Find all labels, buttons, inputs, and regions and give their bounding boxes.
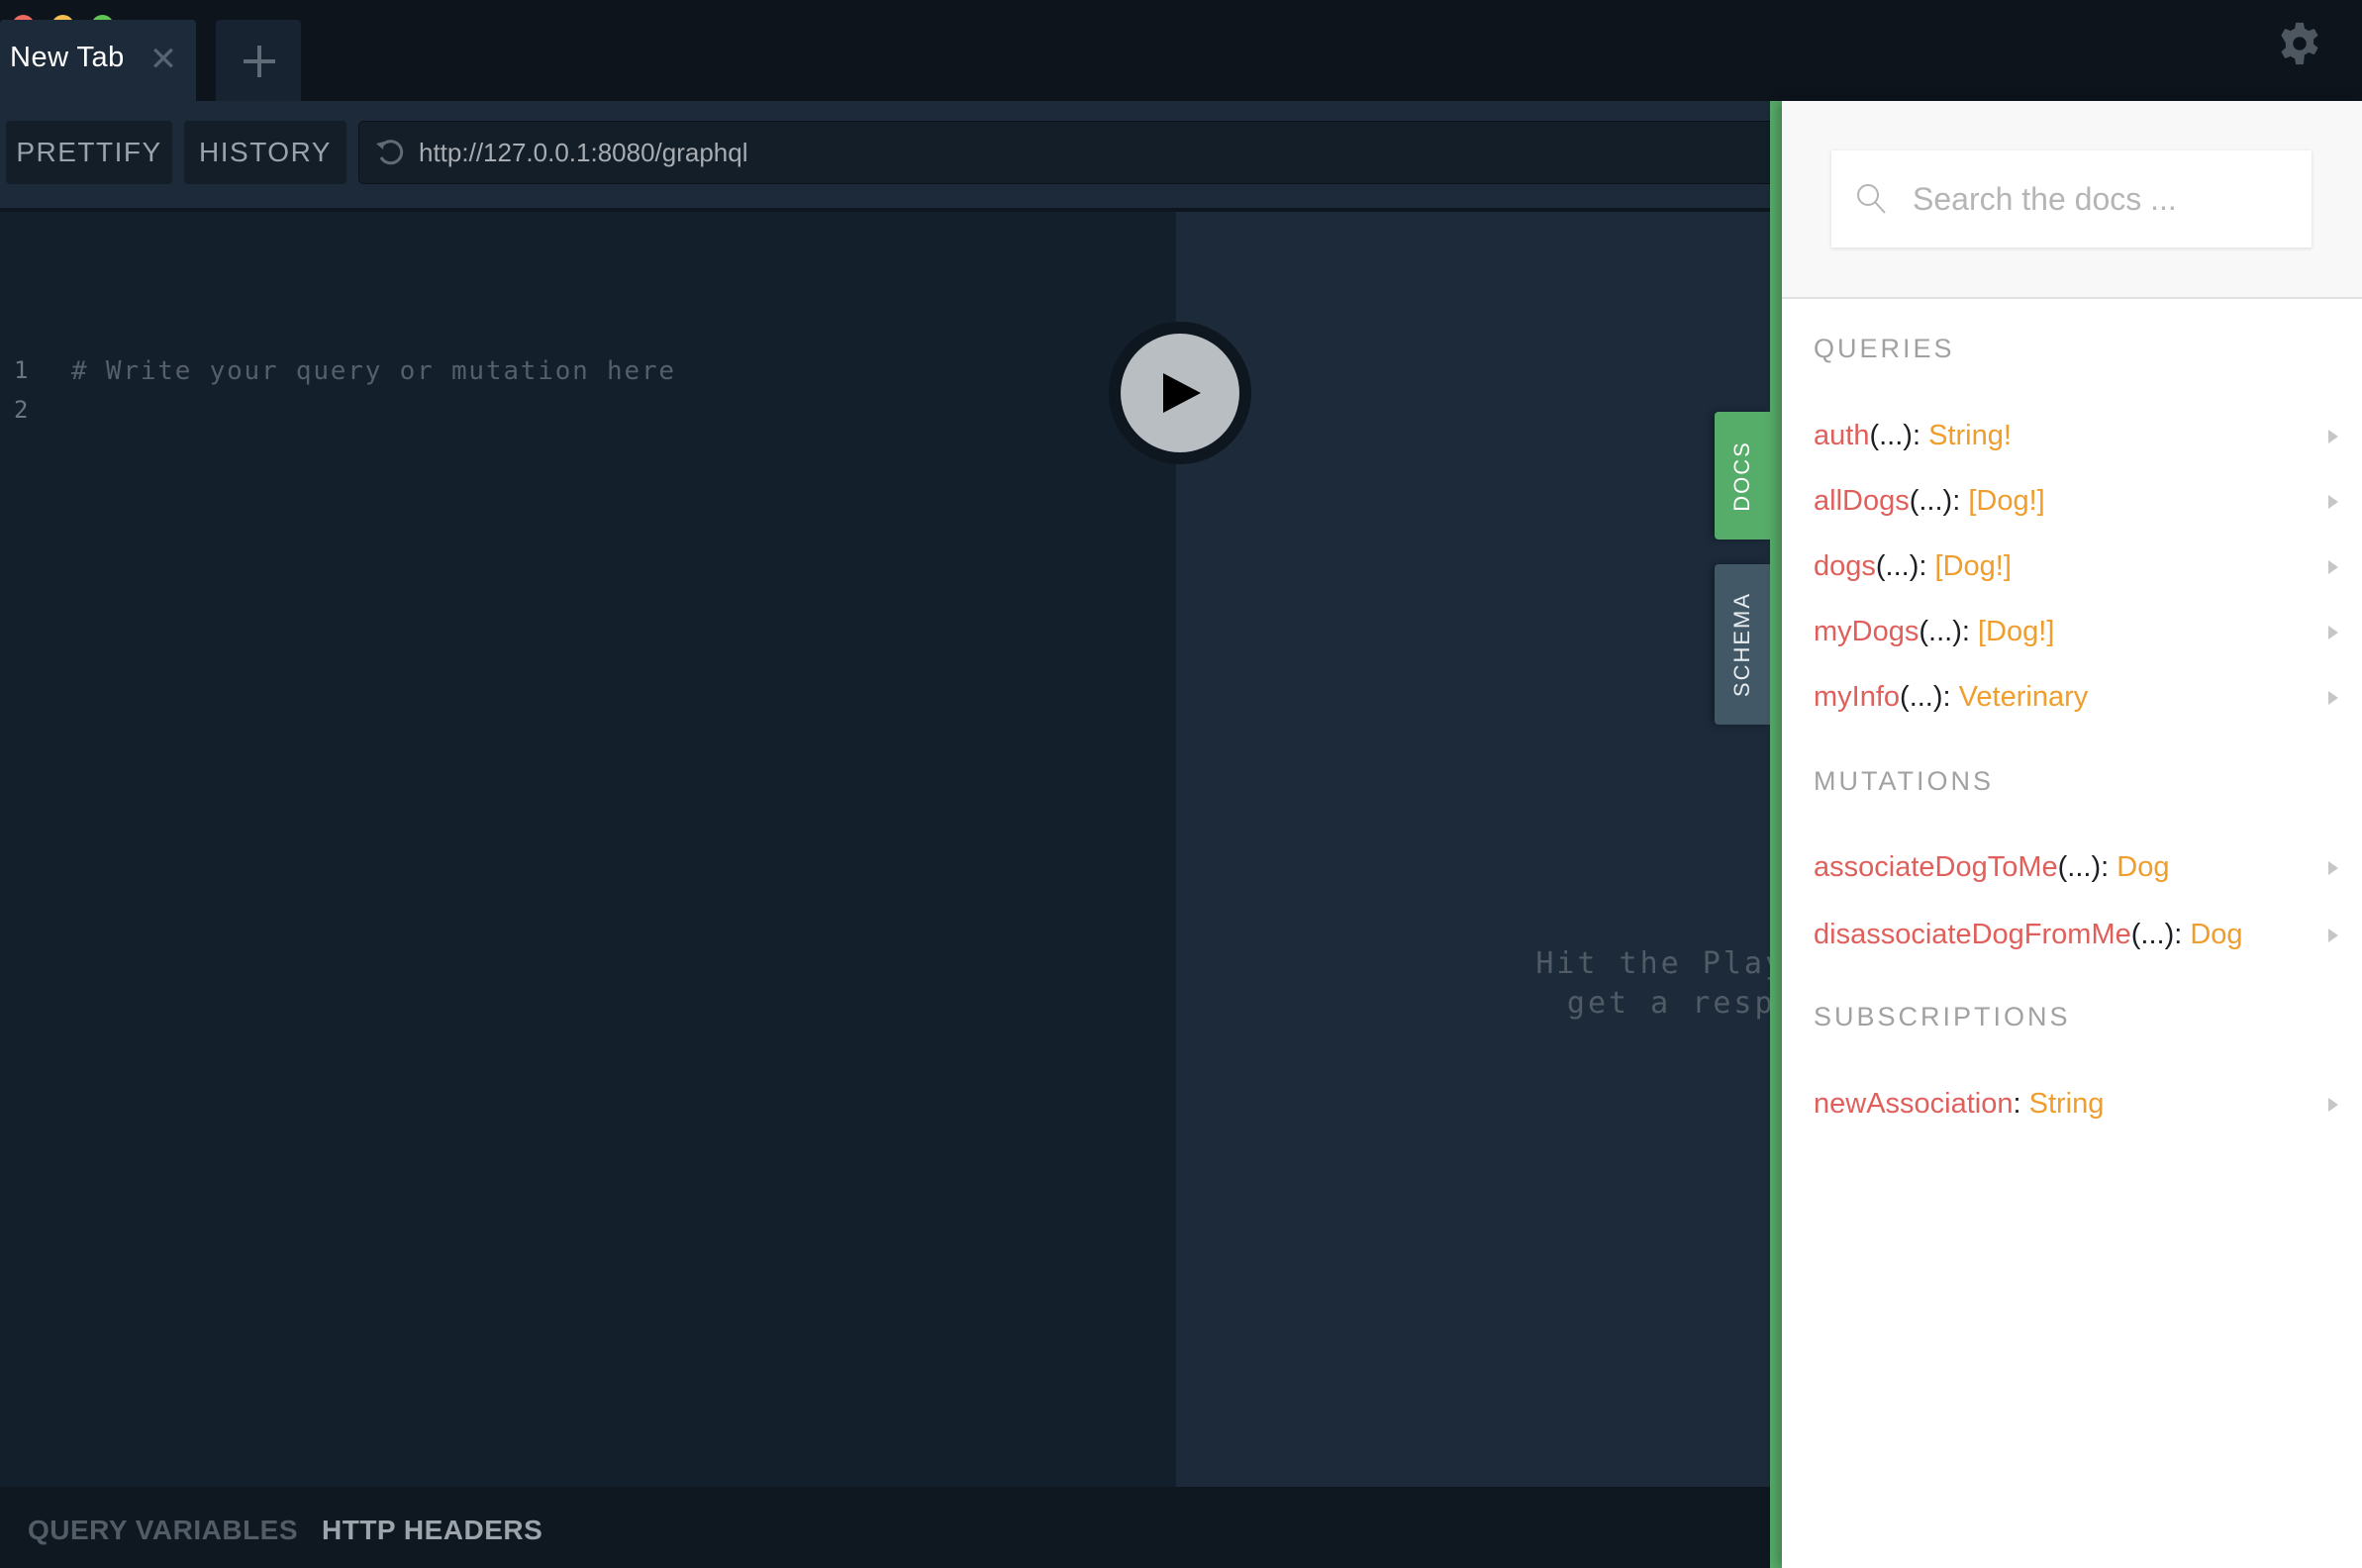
docs-section-heading: SUBSCRIPTIONS [1814, 1002, 2071, 1031]
field-separator: : [1961, 616, 1978, 647]
field-name: newAssociation [1814, 1088, 2014, 1120]
expand-arrow-icon[interactable] [2328, 626, 2338, 639]
docs-side-tab-label: DOCS [1729, 440, 1754, 512]
tab-http-headers[interactable]: HTTP HEADERS [322, 1515, 542, 1546]
field-args: (...) [1900, 681, 1943, 713]
docs-panel-resize-handle[interactable] [1770, 101, 1782, 1568]
docs-panel: QUERIESauth(...): String!allDogs(...): [… [1782, 101, 2362, 1568]
add-tab-button[interactable] [216, 20, 301, 101]
expand-arrow-icon[interactable] [2328, 495, 2338, 509]
field-args: (...) [1875, 550, 1919, 582]
field-type[interactable]: [Dog!] [1935, 550, 2012, 582]
field-type[interactable]: String [2029, 1088, 2105, 1120]
prettify-button[interactable]: PRETTIFY [6, 121, 172, 184]
field-type[interactable]: [Dog!] [1978, 616, 2054, 647]
field-separator: : [1952, 485, 1969, 517]
field-name: disassociateDogFromMe [1814, 919, 2131, 950]
field-name: myInfo [1814, 681, 1901, 713]
endpoint-url-bar [358, 121, 1845, 184]
field-name: auth [1814, 420, 1870, 451]
query-editor[interactable]: 1 2 # Write your query or mutation here [0, 208, 1176, 1491]
tab-label: New Tab [10, 42, 125, 73]
plus-icon [244, 46, 275, 77]
field-args: (...) [1869, 420, 1913, 451]
field-args: (...) [1919, 616, 1962, 647]
field-type[interactable]: Dog [2116, 851, 2169, 883]
field-args: (...) [2057, 851, 2102, 883]
close-icon[interactable]: ✕ [148, 42, 178, 77]
reload-icon[interactable] [373, 136, 407, 169]
field-name: allDogs [1814, 485, 1910, 517]
docs-field-disassociateDogFromMe[interactable]: disassociateDogFromMe(...): Dog [1782, 913, 2362, 962]
field-separator: : [1942, 681, 1959, 713]
expand-arrow-icon[interactable] [2328, 1098, 2338, 1112]
docs-section-heading: QUERIES [1814, 334, 1955, 363]
field-separator: : [2101, 851, 2117, 883]
endpoint-url-input[interactable] [419, 122, 1706, 183]
docs-field-auth[interactable]: auth(...): String! [1782, 414, 2362, 463]
tab-new-tab[interactable]: New Tab ✕ [0, 20, 196, 101]
docs-header [1782, 101, 2362, 299]
schema-side-tab-label: SCHEMA [1729, 591, 1754, 698]
line-number: 2 [14, 396, 29, 424]
expand-arrow-icon[interactable] [2328, 929, 2338, 942]
field-separator: : [2013, 1088, 2029, 1120]
docs-side-tab[interactable]: DOCS [1715, 412, 1770, 539]
run-query-button[interactable] [1109, 322, 1251, 464]
field-name: myDogs [1814, 616, 1919, 647]
tab-query-variables[interactable]: QUERY VARIABLES [28, 1515, 298, 1546]
playground-main: PRETTIFY HISTORY 1 2 # Write your query … [0, 101, 1845, 1568]
field-separator: : [1912, 420, 1929, 451]
history-button[interactable]: HISTORY [184, 121, 346, 184]
gear-icon[interactable] [2277, 21, 2322, 66]
bottom-panel-bar: QUERY VARIABLES HTTP HEADERS [0, 1487, 1770, 1568]
expand-arrow-icon[interactable] [2328, 560, 2338, 574]
field-separator: : [1919, 550, 1935, 582]
docs-section-heading: MUTATIONS [1814, 766, 1994, 796]
field-name: associateDogToMe [1814, 851, 2058, 883]
field-args: (...) [2130, 919, 2175, 950]
docs-field-associateDogToMe[interactable]: associateDogToMe(...): Dog [1782, 845, 2362, 895]
title-bar: New Tab ✕ [0, 0, 2362, 101]
line-number: 1 [14, 356, 29, 384]
docs-field-myDogs[interactable]: myDogs(...): [Dog!] [1782, 610, 2362, 659]
field-args: (...) [1909, 485, 1953, 517]
field-type[interactable]: Dog [2190, 919, 2242, 950]
docs-field-myInfo[interactable]: myInfo(...): Veterinary [1782, 675, 2362, 725]
expand-arrow-icon[interactable] [2328, 430, 2338, 443]
docs-field-dogs[interactable]: dogs(...): [Dog!] [1782, 544, 2362, 594]
result-pane: Hit the Play Button to get a response he… [1176, 208, 1770, 1491]
field-type[interactable]: Veterinary [1959, 681, 2089, 713]
play-icon [1163, 373, 1201, 413]
expand-arrow-icon[interactable] [2328, 691, 2338, 705]
result-hint: Hit the Play Button to get a response he… [1535, 946, 1770, 1021]
field-separator: : [2174, 919, 2191, 950]
expand-arrow-icon[interactable] [2328, 861, 2338, 875]
docs-search-box [1831, 150, 2312, 247]
field-type[interactable]: [Dog!] [1968, 485, 2044, 517]
schema-side-tab[interactable]: SCHEMA [1715, 564, 1770, 725]
editor-line-comment[interactable]: # Write your query or mutation here [71, 356, 676, 386]
docs-field-allDogs[interactable]: allDogs(...): [Dog!] [1782, 479, 2362, 529]
field-name: dogs [1814, 550, 1876, 582]
search-icon [1857, 184, 1886, 214]
field-type[interactable]: String! [1928, 420, 2012, 451]
docs-field-newAssociation[interactable]: newAssociation: String [1782, 1082, 2362, 1131]
docs-search-input[interactable] [1913, 150, 2289, 247]
